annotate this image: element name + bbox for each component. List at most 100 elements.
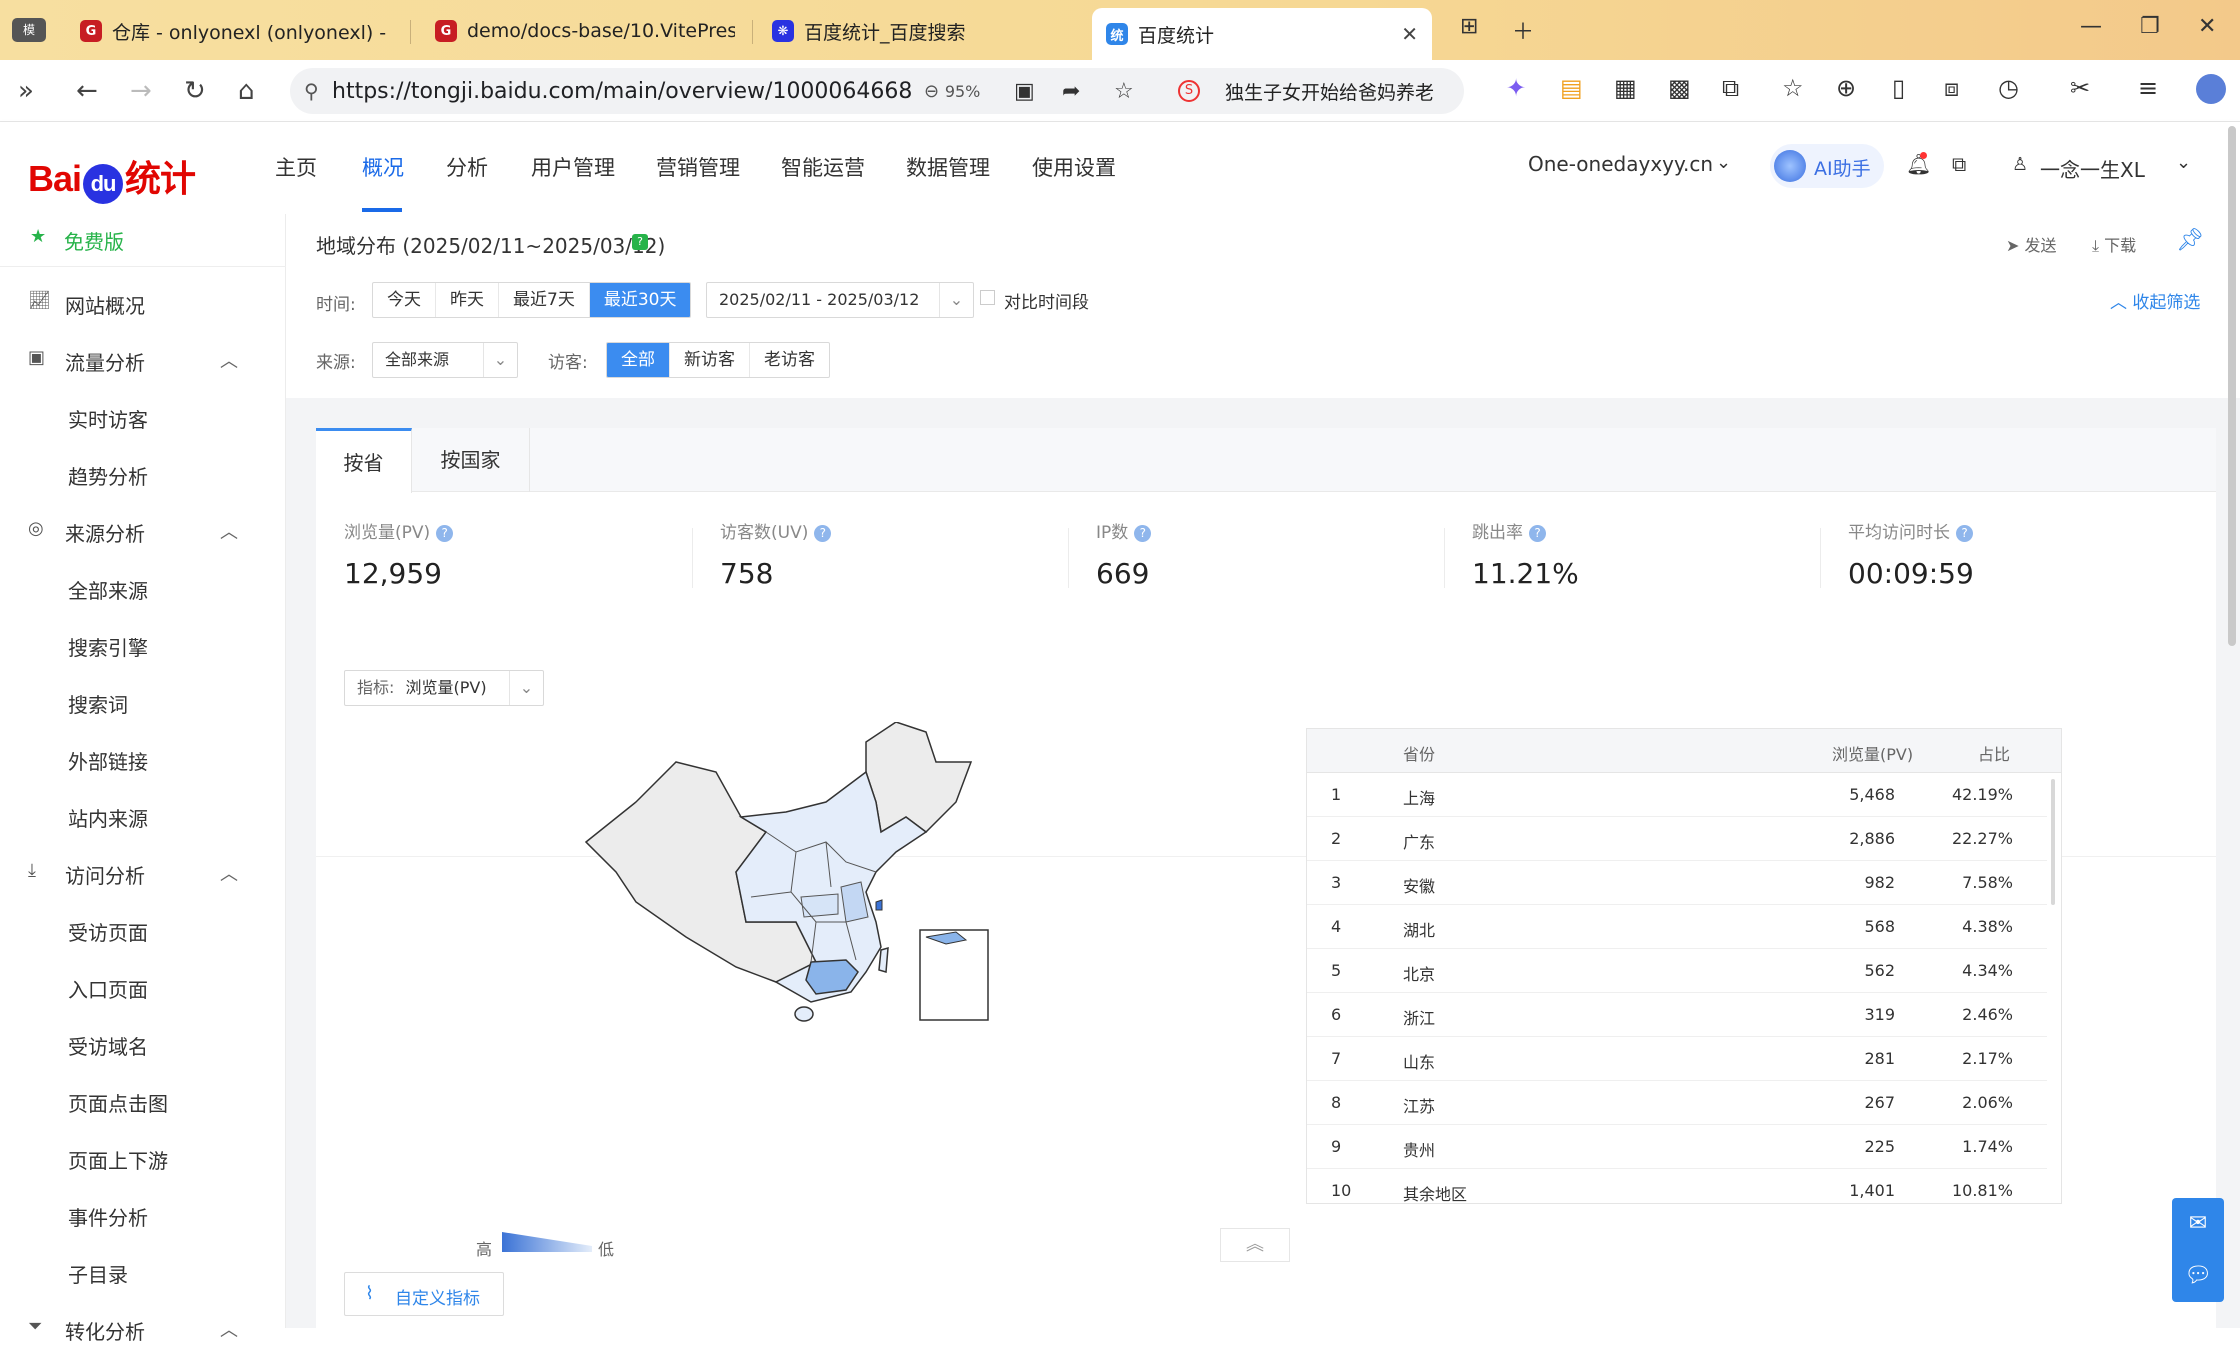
free-version-label[interactable]: 免费版 [64, 226, 124, 255]
user-name[interactable]: 一念一生XL [2040, 154, 2145, 183]
map-region-shanghai[interactable] [875, 899, 883, 911]
download-icon[interactable]: ⤓ 下载 [2092, 232, 2136, 256]
bookmark-star-icon[interactable]: ☆ [1114, 79, 1134, 104]
chevron-down-icon[interactable]: ⌄ [2176, 152, 2191, 173]
table-row[interactable]: 2 广东 2,886 22.27% [1307, 817, 2047, 861]
forward-icon[interactable]: → [130, 76, 152, 106]
sidebar-item-events[interactable]: 事件分析 [68, 1202, 148, 1231]
tab-by-province[interactable]: 按省 [316, 428, 412, 493]
table-row[interactable]: 5 北京 562 4.34% [1307, 949, 2047, 993]
browser-tab-baidu-search[interactable]: ❋ 百度统计_百度搜索 [772, 8, 1072, 54]
time-yesterday[interactable]: 昨天 [436, 283, 499, 317]
time-today[interactable]: 今天 [373, 283, 436, 317]
extension-icon[interactable]: ▦ [1614, 74, 1637, 102]
reader-icon[interactable]: ▣ [1014, 79, 1035, 104]
tab-by-country[interactable]: 按国家 [412, 428, 530, 492]
custom-metric-button[interactable]: ⌇ 自定义指标 [344, 1272, 504, 1316]
sidebar-item-domains[interactable]: 受访域名 [68, 1031, 148, 1060]
metric-select[interactable]: 指标: 浏览量(PV) ⌄ [344, 670, 544, 706]
chevron-up-icon[interactable]: ︿ [220, 518, 238, 544]
sidebar-item-search-engine[interactable]: 搜索引擎 [68, 632, 148, 661]
source-select[interactable]: 全部来源 ⌄ [372, 342, 518, 378]
map-region-northeast[interactable] [865, 722, 973, 834]
nav-data-mgmt[interactable]: 数据管理 [906, 152, 990, 182]
folder-sync-icon[interactable]: ▤ [1560, 74, 1583, 102]
nav-analysis[interactable]: 分析 [446, 152, 488, 182]
time-30days[interactable]: 最近30天 [589, 283, 691, 317]
home-icon[interactable]: ⌂ [238, 76, 255, 106]
back-icon[interactable]: ← [76, 76, 98, 106]
page-scrollbar[interactable] [2228, 126, 2236, 646]
phone-icon[interactable]: ▯ [1892, 74, 1905, 102]
minimize-icon[interactable]: — [2080, 14, 2102, 39]
nav-home[interactable]: 主页 [275, 152, 317, 182]
chevron-up-icon[interactable]: ︿ [220, 347, 238, 373]
collapse-filter[interactable]: ︿ 收起筛选 [2110, 288, 2200, 313]
map-region-taiwan[interactable] [878, 946, 889, 973]
table-row[interactable]: 1 上海 5,468 42.19% [1307, 773, 2047, 817]
table-row[interactable]: 4 湖北 568 4.38% [1307, 905, 2047, 949]
sidebar-item-flow[interactable]: 页面上下游 [68, 1145, 168, 1174]
download-icon[interactable]: ⊕ [1836, 74, 1856, 102]
sidebar-item-subdirectory[interactable]: 子目录 [68, 1259, 128, 1288]
visitor-returning[interactable]: 老访客 [750, 343, 829, 377]
sidebar-toggle-icon[interactable]: » [18, 76, 34, 106]
new-tab-icon[interactable]: ＋ [1512, 14, 1534, 46]
browser-tab-baidu-tongji[interactable]: 统 百度统计 ✕ [1092, 8, 1432, 60]
menu-icon[interactable]: ≡ [2138, 74, 2158, 102]
sidebar-item-search-words[interactable]: 搜索词 [68, 689, 128, 718]
share-icon[interactable]: ➦ [1062, 79, 1080, 104]
wechat-icon[interactable]: 💬︎ [2172, 1250, 2224, 1302]
notification-bell-icon[interactable]: 🔔︎ [1906, 152, 1931, 176]
tab-actions-icon[interactable]: ⊞ [1460, 14, 1478, 39]
mail-icon[interactable]: ✉ [2172, 1198, 2224, 1250]
send-icon[interactable]: ➤ 发送 [2006, 232, 2057, 256]
qr-code-icon[interactable]: ▩ [1668, 74, 1691, 102]
sidebar-item-visited-pages[interactable]: 受访页面 [68, 917, 148, 946]
zoom-icon[interactable]: ⊖ 95% [924, 81, 980, 102]
pin-icon[interactable]: 📌︎ [2176, 228, 2204, 253]
visitor-all[interactable]: 全部 [607, 343, 670, 377]
date-range-picker[interactable]: 2025/02/11 - 2025/03/12 ⌄ [706, 282, 974, 318]
chevron-up-icon[interactable]: ︿ [220, 1316, 238, 1342]
baidu-tongji-logo[interactable]: Bai du 统计 [28, 150, 196, 204]
browser-tab-gitee[interactable]: G 仓库 - onlyonexl (onlyonexl) - Gi [80, 8, 390, 54]
time-7days[interactable]: 最近7天 [499, 283, 590, 317]
col-pv[interactable]: 浏览量(PV) [1832, 741, 1913, 765]
screenshot-icon[interactable]: ✂ [2070, 74, 2090, 102]
info-badge-icon[interactable]: ? [632, 234, 648, 250]
table-row[interactable]: 8 江苏 267 2.06% [1307, 1081, 2047, 1125]
url-text[interactable]: https://tongji.baidu.com/main/overview/1… [332, 79, 912, 104]
history-icon[interactable]: ◷ [1998, 74, 2019, 102]
table-row[interactable]: 7 山东 281 2.17% [1307, 1037, 2047, 1081]
sidebar-item-traffic[interactable]: 流量分析 [65, 347, 145, 376]
help-icon[interactable]: ? [814, 525, 832, 542]
table-row[interactable]: 6 浙江 319 2.46% [1307, 993, 2047, 1037]
sidebar-item-entry-pages[interactable]: 入口页面 [68, 974, 148, 1003]
map-region-hubei[interactable] [800, 893, 839, 918]
sidebar-item-internal-source[interactable]: 站内来源 [68, 803, 148, 832]
profile-avatar[interactable] [2196, 74, 2226, 104]
help-icon[interactable]: ? [1134, 525, 1152, 542]
sidebar-item-external-links[interactable]: 外部链接 [68, 746, 148, 775]
ai-assistant-button[interactable]: AI助手 [1770, 144, 1884, 188]
chevron-up-icon[interactable]: ︿ [220, 860, 238, 886]
nav-operations[interactable]: 智能运营 [781, 152, 865, 182]
nav-settings[interactable]: 使用设置 [1032, 152, 1116, 182]
sidebar-item-visit[interactable]: 访问分析 [65, 860, 145, 889]
table-scrollbar[interactable] [2051, 779, 2055, 905]
sidebar-item-all-sources[interactable]: 全部来源 [68, 575, 148, 604]
url-bar[interactable]: ⚲ https://tongji.baidu.com/main/overview… [290, 68, 1464, 114]
nav-user-mgmt[interactable]: 用户管理 [531, 152, 615, 182]
table-row[interactable]: 10 其余地区 1,401 10.81% [1307, 1169, 2047, 1203]
help-icon[interactable]: ? [436, 525, 454, 542]
china-map[interactable] [576, 722, 1106, 1162]
copilot-icon[interactable]: ✦ [1506, 74, 1526, 102]
close-tab-icon[interactable]: ✕ [1401, 22, 1418, 46]
restore-icon[interactable]: ❐ [2140, 14, 2160, 39]
site-selector[interactable]: One-onedayxyy.cn [1528, 152, 1713, 176]
browser-tab-vitepress[interactable]: G demo/docs-base/10.VitePress [435, 8, 735, 54]
chevron-down-icon[interactable]: ⌄ [1716, 152, 1731, 173]
search-suggestion[interactable]: 独生子女开始给爸妈养老 [1225, 78, 1434, 105]
sidebar-item-site-overview[interactable]: 网站概况 [65, 290, 145, 319]
